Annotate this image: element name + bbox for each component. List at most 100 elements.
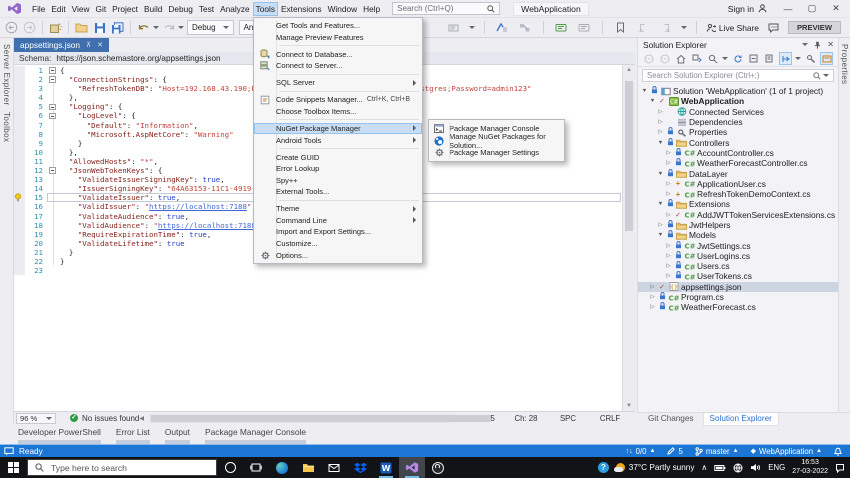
- language-indicator[interactable]: ENG: [768, 463, 785, 472]
- word-icon[interactable]: W: [373, 457, 399, 478]
- pin-tab-icon[interactable]: ⊼: [86, 41, 91, 49]
- menu-item-command-line[interactable]: Command Line: [254, 215, 422, 227]
- find-in-code-icon[interactable]: [494, 19, 511, 36]
- collapsed-arrow-icon[interactable]: ▷: [665, 150, 672, 156]
- next-bookmark-icon[interactable]: [658, 19, 675, 36]
- expanded-arrow-icon[interactable]: ▼: [657, 171, 664, 177]
- menubar-item-edit[interactable]: Edit: [48, 2, 68, 16]
- properties-tool-icon[interactable]: [804, 52, 817, 65]
- tree-item-weatherforecast-cs[interactable]: ▷ C# WeatherForecast.cs: [638, 302, 838, 312]
- expanded-arrow-icon[interactable]: ▼: [641, 88, 648, 94]
- collapsed-arrow-icon[interactable]: ▷: [665, 181, 672, 187]
- action-center-icon[interactable]: [835, 463, 845, 473]
- collapsed-arrow-icon[interactable]: ▷: [649, 284, 656, 290]
- notification-bell-icon[interactable]: [834, 447, 842, 456]
- tree-item-connected-services[interactable]: ▷ Connected Services: [638, 107, 838, 117]
- menubar-item-git[interactable]: Git: [93, 2, 110, 16]
- indent-indicator[interactable]: SPC: [547, 414, 589, 423]
- expanded-arrow-icon[interactable]: ▼: [657, 201, 664, 207]
- solution-configuration-dropdown[interactable]: Debug: [187, 20, 234, 35]
- new-project-icon[interactable]: [47, 19, 64, 36]
- scroll-left-icon[interactable]: ◀: [139, 415, 144, 422]
- close-panel-icon[interactable]: ✕: [827, 40, 834, 49]
- branch-button[interactable]: master ▲: [695, 447, 739, 456]
- tree-item-datalayer[interactable]: ▼ DataLayer: [638, 168, 838, 179]
- expanded-arrow-icon[interactable]: ▼: [657, 140, 664, 146]
- dropbox-icon[interactable]: [347, 457, 373, 478]
- vertical-scrollbar[interactable]: ▲ ▼: [622, 65, 635, 411]
- undo-icon[interactable]: [135, 19, 152, 36]
- redo-dropdown-caret[interactable]: [178, 26, 184, 29]
- health-indicator[interactable]: ✓ No issues found: [70, 414, 139, 423]
- menubar-item-analyze[interactable]: Analyze: [217, 2, 253, 16]
- battery-icon[interactable]: [714, 464, 726, 472]
- show-hidden-icons-chevron[interactable]: ∧: [701, 463, 707, 472]
- collapsed-arrow-icon[interactable]: ▷: [657, 109, 664, 115]
- menu-item-options[interactable]: Options...: [254, 249, 422, 261]
- restore-button[interactable]: ▢: [800, 0, 824, 17]
- tree-item-webapplication[interactable]: ▼ ✓ C# WebApplication: [638, 96, 838, 106]
- tree-item-appsettings-json[interactable]: ▷ ✓ {} appsettings.json: [638, 281, 838, 292]
- toolbar-overflow-caret[interactable]: [468, 26, 475, 29]
- collapse-box-icon[interactable]: [49, 76, 56, 83]
- tree-item-users-cs[interactable]: ▷ C# Users.cs: [638, 261, 838, 271]
- menu-item-connect-to-database[interactable]: Connect to Database...: [254, 49, 422, 61]
- code-line[interactable]: 23: [14, 266, 622, 276]
- tree-item-addjwttokenservicesextensions-cs[interactable]: ▷ ✓ C# AddJWTTokenServicesExtensions.cs: [638, 210, 838, 220]
- menu-item-android-tools[interactable]: Android Tools: [254, 134, 422, 146]
- tree-item-dependencies[interactable]: ▷ Dependencies: [638, 117, 838, 127]
- scroll-down-icon[interactable]: ▼: [623, 403, 635, 409]
- sync-commits-button[interactable]: ↑↓ 0/0 ▲: [626, 447, 656, 456]
- start-button[interactable]: [0, 457, 27, 478]
- bookmark-icon[interactable]: [612, 19, 629, 36]
- menubar-item-debug[interactable]: Debug: [165, 2, 195, 16]
- preview-selected-items-icon[interactable]: [820, 52, 833, 65]
- edge-icon[interactable]: [269, 457, 295, 478]
- close-button[interactable]: ✕: [824, 0, 848, 17]
- panel-tab-output[interactable]: Output: [164, 427, 191, 444]
- horizontal-scroll-thumb[interactable]: [151, 414, 491, 422]
- preview-badge[interactable]: PREVIEW: [787, 21, 841, 34]
- tree-item-properties[interactable]: ▷ Properties: [638, 127, 838, 137]
- collapse-box-icon[interactable]: [49, 103, 56, 111]
- tree-item-jwtsettings-cs[interactable]: ▷ C# JwtSettings.cs: [638, 240, 838, 251]
- vertical-scroll-thumb[interactable]: [625, 81, 633, 231]
- home-icon[interactable]: [674, 52, 687, 65]
- menu-item-customize[interactable]: Customize...: [254, 238, 422, 250]
- pending-changes-filter-icon[interactable]: [706, 52, 719, 65]
- quick-search-box[interactable]: Search (Ctrl+Q): [392, 2, 501, 15]
- tree-item-usertokens-cs[interactable]: ▷ C# UserTokens.cs: [638, 271, 838, 281]
- menu-item-theme[interactable]: Theme: [254, 203, 422, 215]
- server-explorer-tab[interactable]: Server Explorer: [2, 44, 11, 106]
- network-icon[interactable]: [733, 463, 743, 473]
- live-share-button[interactable]: Live Share: [706, 23, 759, 33]
- collapse-all-icon[interactable]: [747, 52, 760, 65]
- column-indicator[interactable]: Ch: 28: [505, 414, 547, 423]
- uncomment-icon[interactable]: [576, 19, 593, 36]
- eol-indicator[interactable]: CRLF: [589, 414, 631, 423]
- close-tab-icon[interactable]: ✕: [97, 41, 103, 49]
- horizontal-scrollbar[interactable]: [149, 413, 491, 423]
- filter-caret[interactable]: [722, 57, 728, 60]
- menu-item-choose-toolbox-items[interactable]: Choose Toolbox Items...: [254, 106, 422, 118]
- collapsed-arrow-icon[interactable]: ▷: [665, 191, 672, 197]
- repository-button[interactable]: ◆ WebApplication ▲: [751, 447, 822, 456]
- collapsed-arrow-icon[interactable]: ▷: [649, 304, 656, 310]
- menubar-item-extensions[interactable]: Extensions: [278, 2, 325, 16]
- menubar-item-window[interactable]: Window: [325, 2, 361, 16]
- menu-item-code-snippets-manager[interactable]: Code Snippets Manager... Ctrl+K, Ctrl+B: [254, 94, 422, 106]
- tree-item-program-cs[interactable]: ▷ C# Program.cs: [638, 292, 838, 302]
- schema-url[interactable]: https://json.schemastore.org/appsettings…: [56, 54, 220, 63]
- unsaved-edits-button[interactable]: 5: [667, 447, 683, 456]
- tool-tab-solution-explorer[interactable]: Solution Explorer: [702, 413, 779, 426]
- properties-tab[interactable]: Properties: [840, 44, 849, 84]
- tree-item-jwthelpers[interactable]: ▷ JwtHelpers: [638, 220, 838, 230]
- obs-icon[interactable]: [425, 457, 451, 478]
- navigate-forward-icon[interactable]: [21, 19, 38, 36]
- sign-in-button[interactable]: Sign in: [728, 4, 767, 14]
- refresh-icon[interactable]: [731, 52, 744, 65]
- collapsed-arrow-icon[interactable]: ▷: [649, 294, 656, 300]
- menu-item-nuget-package-manager[interactable]: NuGet Package Manager: [254, 122, 422, 135]
- collapsed-arrow-icon[interactable]: ▷: [665, 253, 672, 259]
- mail-icon[interactable]: [321, 457, 347, 478]
